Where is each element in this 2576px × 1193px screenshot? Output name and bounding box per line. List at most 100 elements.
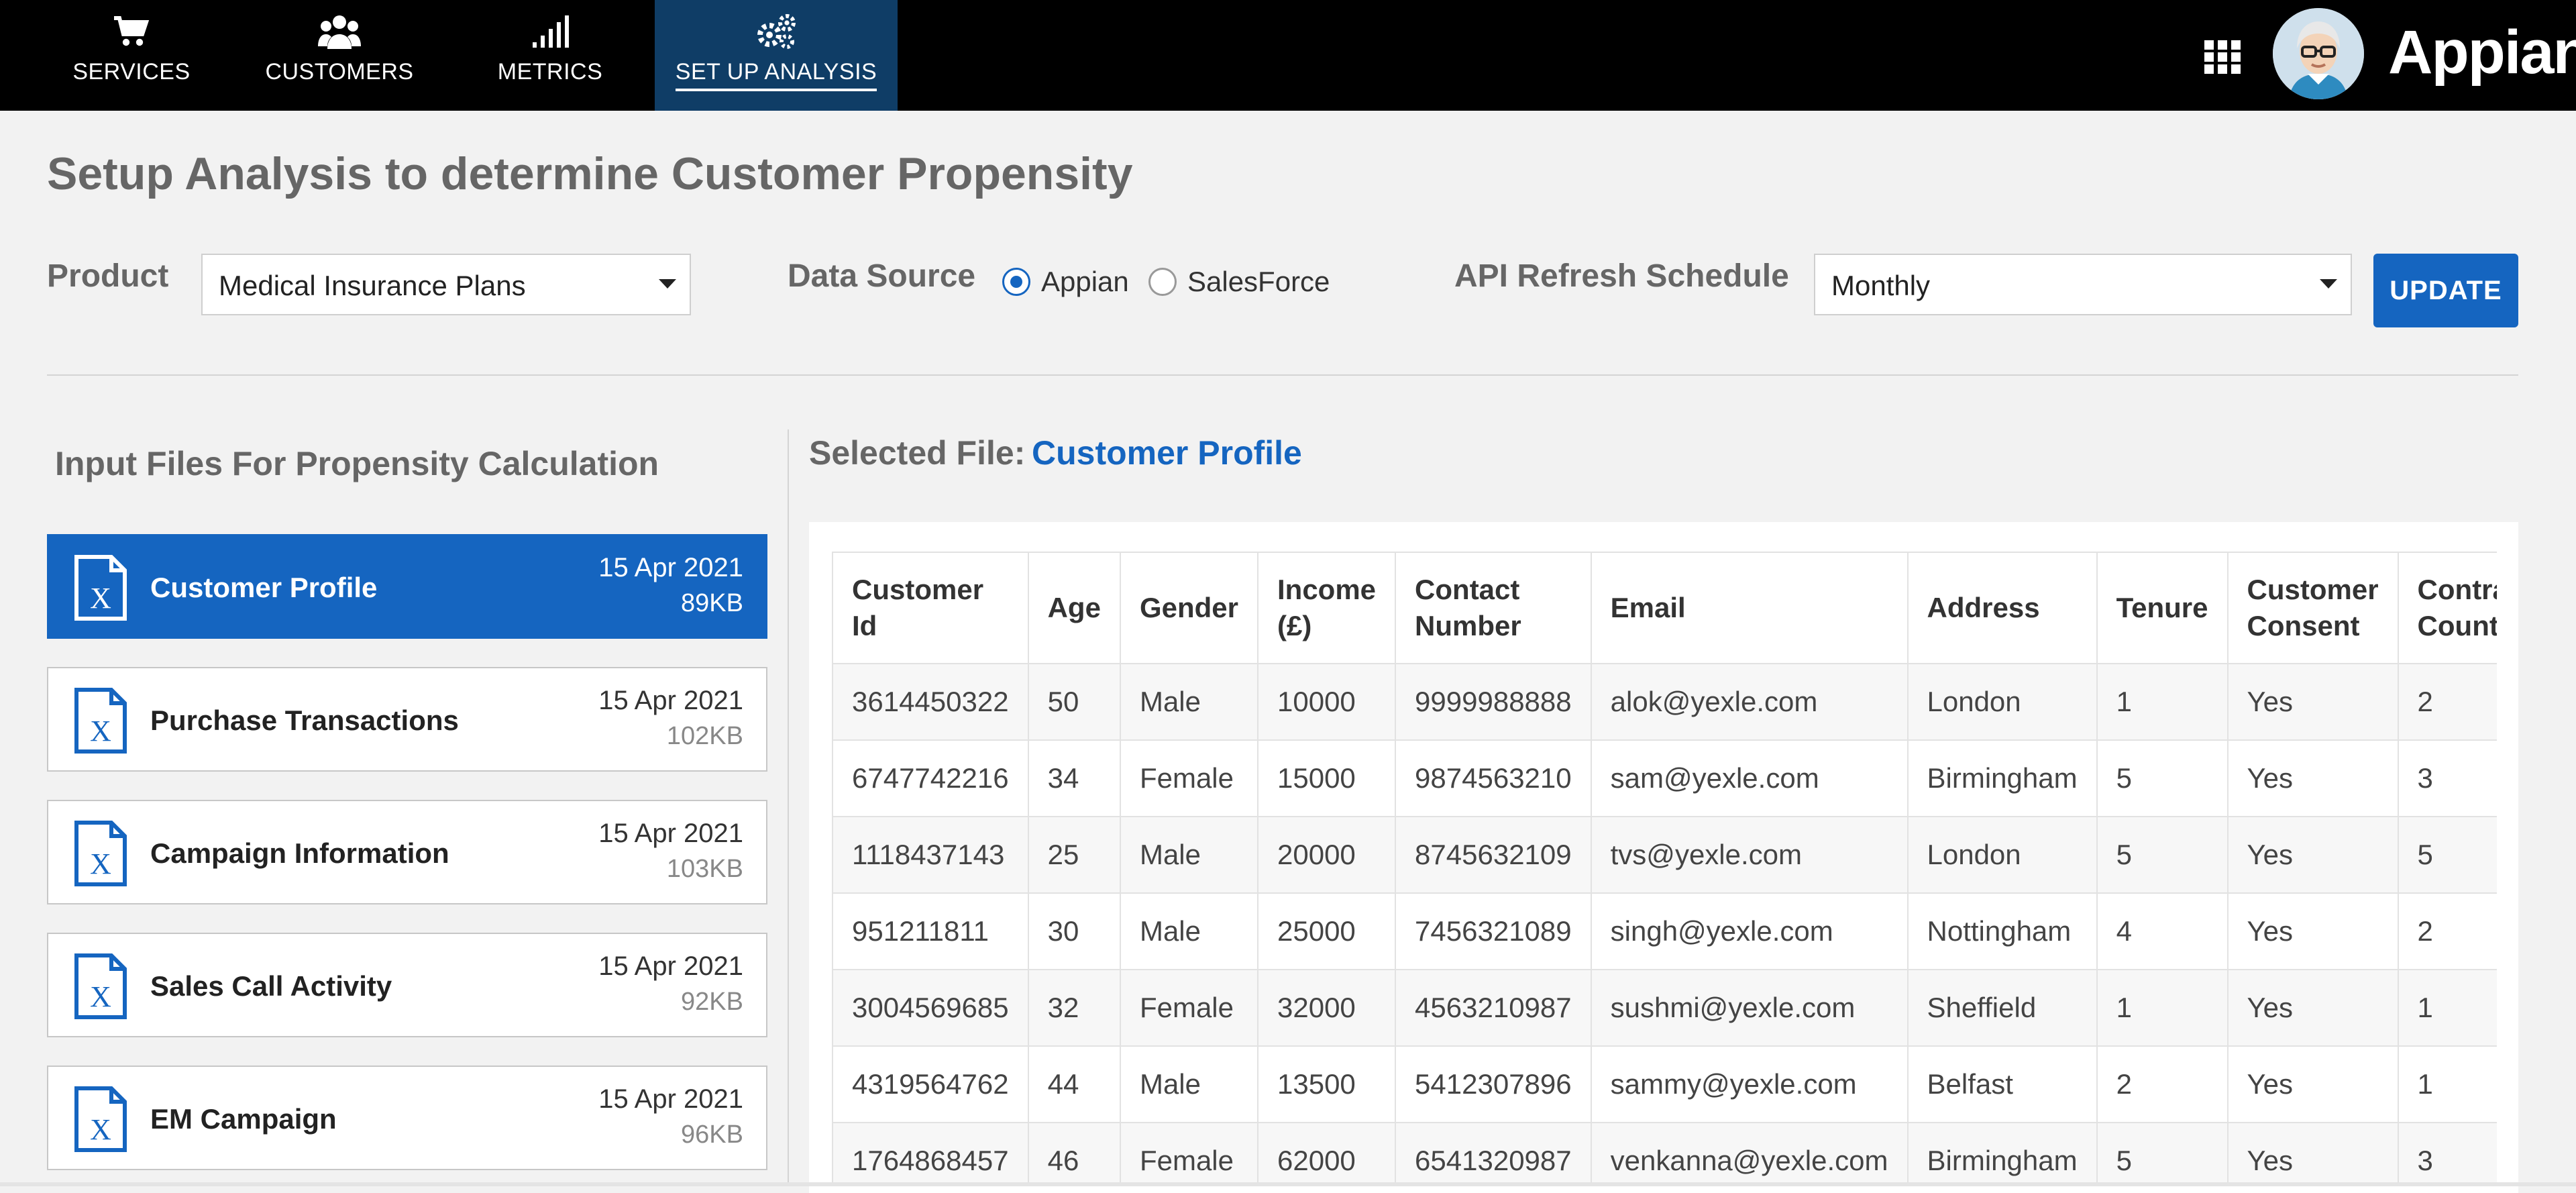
table-cell: 10000: [1256, 663, 1397, 741]
column-header[interactable]: Income (£): [1256, 552, 1397, 664]
table-cell: 5412307896: [1395, 1045, 1592, 1123]
divider: [788, 429, 789, 1186]
chevron-down-icon: [2320, 279, 2337, 289]
table-cell: sushmi@yexle.com: [1590, 969, 1909, 1047]
file-date: 15 Apr 2021: [598, 553, 743, 582]
column-header[interactable]: Gender: [1119, 552, 1259, 664]
table-cell: 4: [2096, 892, 2229, 970]
table-cell: Yes: [2226, 663, 2399, 741]
table-row[interactable]: 3614450322 50 Male 10000 9999988888 alok@yexl…: [832, 663, 2497, 741]
table-cell: 2: [2096, 1045, 2229, 1123]
tab-customers[interactable]: CUSTOMERS: [255, 0, 424, 111]
svg-text:X: X: [90, 847, 111, 880]
column-header[interactable]: Address: [1907, 552, 2098, 664]
column-header[interactable]: Email: [1590, 552, 1909, 664]
column-header[interactable]: Customer Id: [832, 552, 1029, 664]
selected-file-name: Customer Profile: [1032, 434, 1302, 472]
table-cell: 62000: [1256, 1122, 1397, 1186]
table-cell: 9999988888: [1395, 663, 1592, 741]
table-cell: 1: [2096, 663, 2229, 741]
datasource-label: Data Source: [788, 258, 976, 294]
file-date: 15 Apr 2021: [598, 819, 743, 848]
radio-label: Appian: [1041, 266, 1129, 297]
table-cell: 32000: [1256, 969, 1397, 1047]
file-size: 102KB: [666, 722, 743, 750]
file-item-em-campaign[interactable]: X EM Campaign 15 Apr 2021 96KB: [47, 1066, 767, 1170]
table-cell: Birmingham: [1907, 739, 2098, 817]
column-header[interactable]: Customer Consent: [2226, 552, 2399, 664]
table-cell: Yes: [2226, 816, 2399, 894]
user-avatar[interactable]: [2273, 8, 2364, 99]
file-item-customer-profile[interactable]: X Customer Profile 15 Apr 2021 89KB: [47, 534, 767, 639]
tab-label: METRICS: [497, 59, 603, 85]
table-cell: 4563210987: [1395, 969, 1592, 1047]
table-cell: 951211811: [832, 892, 1029, 970]
table-row[interactable]: 4319564762 44 Male 13500 5412307896 sammy@yex…: [832, 1045, 2497, 1123]
tab-label: CUSTOMERS: [265, 59, 414, 85]
table-cell: 5: [2397, 816, 2497, 894]
svg-text:X: X: [90, 582, 111, 615]
radio-label: SalesForce: [1187, 266, 1330, 297]
table-row[interactable]: 1764868457 46 Female 62000 6541320987 venkann…: [832, 1122, 2497, 1186]
excel-file-icon: X: [74, 555, 127, 621]
table-cell: 2: [2397, 892, 2497, 970]
file-item-purchase-transactions[interactable]: X Purchase Transactions 15 Apr 2021 102K…: [47, 667, 767, 772]
data-table-container[interactable]: Customer Id Age Gender Income (£) Contac…: [832, 552, 2497, 1186]
table-cell: Nottingham: [1907, 892, 2098, 970]
customer-profile-table: Customer Id Age Gender Income (£) Contac…: [832, 552, 2497, 1186]
table-cell: 13500: [1256, 1045, 1397, 1123]
table-cell: 8745632109: [1395, 816, 1592, 894]
table-row[interactable]: 1118437143 25 Male 20000 8745632109 tvs@yexle…: [832, 816, 2497, 894]
table-row[interactable]: 3004569685 32 Female 32000 4563210987 sushmi@…: [832, 969, 2497, 1047]
radio-button-icon: [1002, 268, 1030, 296]
table-cell: 3614450322: [832, 663, 1029, 741]
radio-salesforce[interactable]: SalesForce: [1148, 264, 1330, 299]
table-row[interactable]: 6747742216 34 Female 15000 9874563210 sam@yex…: [832, 739, 2497, 817]
file-name: EM Campaign: [150, 1103, 337, 1135]
table-cell: alok@yexle.com: [1590, 663, 1909, 741]
tab-set-up-analysis[interactable]: SET UP ANALYSIS: [655, 0, 898, 111]
file-item-campaign-information[interactable]: X Campaign Information 15 Apr 2021 103KB: [47, 800, 767, 904]
file-item-sales-call-activity[interactable]: X Sales Call Activity 15 Apr 2021 92KB: [47, 933, 767, 1037]
product-dropdown[interactable]: Medical Insurance Plans: [201, 254, 691, 315]
table-cell: 5: [2096, 739, 2229, 817]
file-name: Sales Call Activity: [150, 970, 392, 1002]
table-cell: 3004569685: [832, 969, 1029, 1047]
table-cell: Female: [1119, 1122, 1259, 1186]
people-icon: [255, 12, 424, 51]
refresh-schedule-dropdown[interactable]: Monthly: [1814, 254, 2352, 315]
column-header[interactable]: Contract Count: [2397, 552, 2497, 664]
table-cell: Female: [1119, 969, 1259, 1047]
divider: [47, 374, 2518, 376]
table-cell: Male: [1119, 816, 1259, 894]
table-cell: singh@yexle.com: [1590, 892, 1909, 970]
svg-text:X: X: [90, 715, 111, 747]
excel-file-icon: X: [74, 688, 127, 754]
table-cell: 32: [1027, 969, 1121, 1047]
table-cell: 1: [2397, 1045, 2497, 1123]
table-cell: sammy@yexle.com: [1590, 1045, 1909, 1123]
radio-appian[interactable]: Appian: [1002, 264, 1129, 299]
update-button[interactable]: UPDATE: [2373, 254, 2518, 327]
table-row[interactable]: 951211811 30 Male 25000 7456321089 singh@yexl…: [832, 892, 2497, 970]
file-date: 15 Apr 2021: [598, 951, 743, 981]
tab-metrics[interactable]: METRICS: [478, 0, 623, 111]
radio-button-icon: [1148, 268, 1177, 296]
table-cell: 3: [2397, 1122, 2497, 1186]
column-header[interactable]: Age: [1027, 552, 1121, 664]
column-header[interactable]: Contact Number: [1395, 552, 1592, 664]
product-dropdown-value: Medical Insurance Plans: [219, 270, 526, 301]
table-cell: Yes: [2226, 892, 2399, 970]
table-cell: Yes: [2226, 739, 2399, 817]
product-label: Product: [47, 258, 169, 294]
file-list-title: Input Files For Propensity Calculation: [55, 445, 659, 482]
tab-services[interactable]: SERVICES: [54, 0, 209, 111]
tab-label: SERVICES: [72, 59, 191, 85]
column-header[interactable]: Tenure: [2096, 552, 2229, 664]
table-cell: Yes: [2226, 969, 2399, 1047]
signal-bars-icon: [478, 12, 623, 51]
file-date: 15 Apr 2021: [598, 1084, 743, 1114]
apps-grid-icon[interactable]: [2200, 34, 2246, 79]
excel-file-icon: X: [74, 821, 127, 886]
page-title: Setup Analysis to determine Customer Pro…: [47, 148, 1133, 199]
